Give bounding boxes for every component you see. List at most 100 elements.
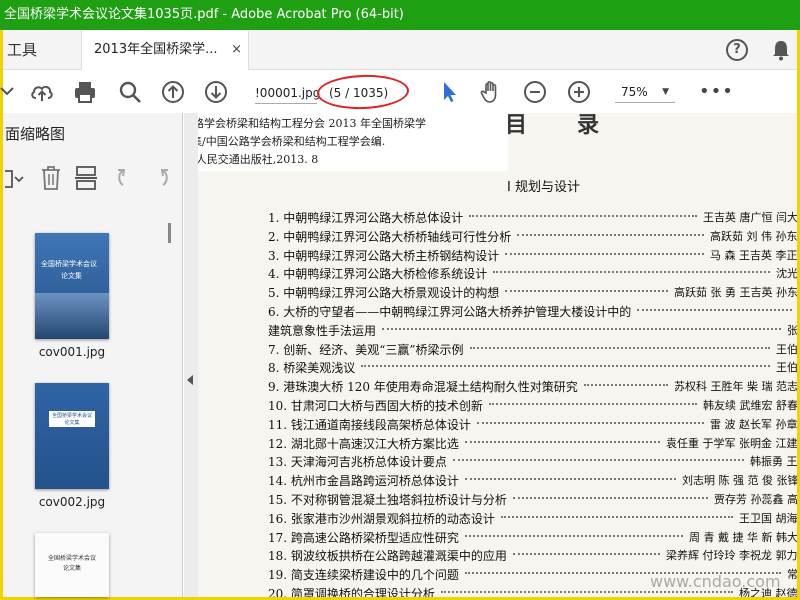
insert-page-icon[interactable] <box>73 165 99 191</box>
toc-entry-title: 1. 中朝鸭绿江界河公路大桥总体设计 <box>268 211 464 225</box>
toc-leader-dots <box>505 252 704 255</box>
contents-heading-left: 目 <box>505 113 528 138</box>
caret-down-icon: ▼ <box>662 87 669 97</box>
window-title: 全国桥梁学术会议论文集1035页.pdf - Adobe Acrobat Pro… <box>4 7 404 22</box>
toc-entry-authors: 常 <box>787 568 797 582</box>
window-title-bar: 全国桥梁学术会议论文集1035页.pdf - Adobe Acrobat Pro… <box>0 0 800 30</box>
toc-entry-authors: 马 森 王吉英 李正 <box>710 248 797 262</box>
rotate-counterclockwise-icon[interactable] <box>115 167 139 189</box>
collapse-arrow-icon <box>187 375 193 385</box>
tab-document[interactable]: 2013年全国桥梁学... × <box>81 30 249 70</box>
cover-subtitle: 论文集 <box>64 420 80 426</box>
scrollbar-thumb[interactable] <box>168 223 171 243</box>
toc-entry-title: 17. 跨高速公路桥梁桥型适应性研究 <box>268 530 459 545</box>
more-options-icon[interactable]: ••• <box>699 83 734 101</box>
toc-entry-authors: 王吉英 唐广恒 闫大 <box>703 211 797 224</box>
zoom-in-icon[interactable] <box>566 79 592 105</box>
trash-icon[interactable] <box>39 165 63 191</box>
help-icon[interactable]: ? <box>726 39 748 61</box>
toc-entry-title: 20. 简罩调换桥的合理设计分析 <box>268 587 435 597</box>
zoom-out-icon[interactable] <box>522 79 548 105</box>
tab-bar: 工具 2013年全国桥梁学... × ? <box>3 30 797 70</box>
toc-entry-title: 9. 港珠澳大桥 120 年使用寿命混凝土结构耐久性对策研究 <box>268 380 578 395</box>
toc-entry-title: 建筑意象性手法运用 <box>268 323 377 338</box>
toc-entry-authors: 韩友续 武维宏 舒春 <box>703 399 797 412</box>
cover-title: 全国桥梁学术会议 <box>47 555 96 562</box>
previous-page-icon[interactable] <box>160 79 186 105</box>
toc-entry-title: 3. 中朝鸭绿江界河公路大桥主桥钢结构设计 <box>268 248 500 263</box>
select-cursor-icon[interactable] <box>436 79 462 105</box>
toc-leader-dots <box>493 271 770 274</box>
toc-entry[interactable]: 16. 张家港市沙州湖景观斜拉桥的动态设计 王卫国 胡海 <box>268 510 797 526</box>
sidebar-toolbar <box>3 163 183 197</box>
toc-entry-authors: 苏权科 王胜年 柴 瑞 范志 <box>674 380 797 394</box>
toc-leader-dots <box>517 233 704 236</box>
toc-leader-dots <box>501 515 733 518</box>
toc-entry[interactable]: 18. 钢波纹板拱桥在公路跨越灌溉渠中的应用 梁养辉 付玲玲 李祝龙 郭力 <box>268 547 797 563</box>
toc-entry-authors: 张 <box>787 323 797 337</box>
close-icon[interactable]: × <box>231 30 242 70</box>
toc-entry-title: 11. 钱江通道南接线段高架桥总体设计 <box>268 417 471 432</box>
cover-subtitle: 论文集 <box>61 272 82 280</box>
main-toolbar: !00001.jpg (5 / 1035) 75% ▼ ••• <box>0 71 797 113</box>
toc-entry-authors: 王伯 <box>776 342 797 356</box>
toc-entry-authors: 王卫国 胡海 <box>739 511 797 525</box>
cover-title: 全国桥梁学术会议 <box>41 260 97 268</box>
toc-entry[interactable]: 11. 钱江通道南接线段高架桥总体设计 雷 波 赵长军 孙章 <box>268 416 797 432</box>
document-view[interactable]: 中国公路学会桥梁和结构工程分会 2013 年全国桥梁学 术会议论文集/中国公路学… <box>198 113 797 597</box>
toc-entry[interactable]: 6. 大桥的守望者——中朝鸭绿江界河公路大桥养护管理大楼设计中的 <box>268 303 797 319</box>
toc-entry[interactable]: 13. 天津海河吉兆桥总体设计要点 韩振勇 王 <box>268 453 797 469</box>
toc-entry[interactable]: 4. 中朝鸭绿江界河公路大桥检修系统设计 沈光 <box>268 265 797 281</box>
thumbnail-page-2[interactable]: 全国桥梁学术会议 论文集 <box>35 383 109 489</box>
toc-entry[interactable]: 8. 桥梁美观浅议 王伯 <box>268 359 797 375</box>
search-icon[interactable] <box>117 79 143 105</box>
upload-cloud-icon[interactable] <box>29 79 55 105</box>
toc-entry[interactable]: 9. 港珠澳大桥 120 年使用寿命混凝土结构耐久性对策研究 苏权科 王胜年 柴 … <box>268 378 797 394</box>
toc-entry-authors: 高跃茹 刘 伟 孙东 <box>710 229 797 243</box>
toc-entry[interactable]: 12. 湖北郧十高速汉江大桥方案比选 袁任重 于学军 张明金 江建 <box>268 435 797 451</box>
bell-icon[interactable] <box>771 39 791 61</box>
toc-entry-title: 18. 钢波纹板拱桥在公路跨越灌溉渠中的应用 <box>268 549 507 564</box>
toc-leader-dots <box>382 327 781 330</box>
toc-entry[interactable]: 3. 中朝鸭绿江界河公路大桥主桥钢结构设计 马 森 王吉英 李正 <box>268 247 797 263</box>
toc-entry-authors: 高跃茹 张 勇 王吉英 孙东 <box>674 286 797 300</box>
toc-entry[interactable]: 2. 中朝鸭绿江界河公路大桥桥轴线可行性分析 高跃茹 刘 伟 孙东 <box>268 228 797 244</box>
rotate-clockwise-icon[interactable] <box>147 167 171 189</box>
tab-tools[interactable]: 工具 <box>3 30 73 70</box>
toc-entry-title: 4. 中朝鸭绿江界河公路大桥检修系统设计 <box>268 267 488 282</box>
toc-entry[interactable]: 5. 中朝鸭绿江界河公路大桥景观设计的构想 高跃茹 张 勇 王吉英 孙东 <box>268 284 797 300</box>
toc-entry[interactable]: 17. 跨高速公路桥梁桥型适应性研究 周 青 戴 捷 华 新 韩大 <box>268 529 797 545</box>
toc-entry[interactable]: 1. 中朝鸭绿江界河公路大桥总体设计 王吉英 唐广恒 闫大 <box>268 209 797 225</box>
page-options-icon[interactable] <box>3 167 25 191</box>
toc-entry[interactable]: 10. 甘肃河口大桥与西固大桥的技术创新 韩友续 武维宏 舒春 <box>268 397 797 413</box>
hand-tool-icon[interactable] <box>478 79 504 105</box>
thumbnail-page-3[interactable]: 全国桥梁学术会议 论文集 <box>35 533 109 597</box>
toc-entry-authors: 王伯 <box>776 361 797 375</box>
toc-entry-title: 15. 不对称钢管混凝土独塔斜拉桥设计与分析 <box>268 493 507 507</box>
cover-bridge-photo <box>35 293 109 339</box>
toc-entry[interactable]: 15. 不对称钢管混凝土独塔斜拉桥设计与分析 贾存芳 孙蕊鑫 高 <box>268 491 797 507</box>
sidebar-collapse-handle[interactable] <box>184 113 198 597</box>
next-page-icon[interactable] <box>203 79 229 105</box>
page-number-input[interactable]: !00001.jpg <box>255 82 320 104</box>
toc-leader-dots <box>465 440 660 443</box>
toc-entry-title: 7. 创新、经济、美观“三赢”桥梁示例 <box>268 342 464 357</box>
print-icon[interactable] <box>72 79 98 105</box>
toc-entry-authors: 周 青 戴 捷 华 新 韩大 <box>689 530 797 544</box>
toc-entry-authors: 韩振勇 王 <box>750 455 797 469</box>
toc-leader-dots <box>489 403 697 405</box>
toc-entry[interactable]: 7. 创新、经济、美观“三赢”桥梁示例 王伯 <box>268 341 797 357</box>
toc-leader-dots <box>470 346 770 349</box>
toc-entry-title: 16. 张家港市沙州湖景观斜拉桥的动态设计 <box>268 511 495 526</box>
zoom-level-select[interactable]: 75% ▼ <box>615 81 675 103</box>
toc-entry[interactable]: 建筑意象性手法运用 张 <box>268 322 797 338</box>
toc-leader-dots <box>513 497 708 499</box>
thumbnail-page-1[interactable]: 全国桥梁学术会议 论文集 <box>35 233 109 339</box>
toc-entry-title: 13. 天津海河吉兆桥总体设计要点 <box>268 455 447 470</box>
chevron-icon[interactable] <box>0 79 23 105</box>
citation-line: 中国公路学会桥梁和结构工程分会 2013 年全国桥梁学 <box>198 117 426 130</box>
toc-entry[interactable]: 14. 杭州市金昌路跨运河桥总体设计 刘志明 陈 强 范 俊 张锋 <box>268 472 797 488</box>
toc-entry-authors: 梁养辉 付玲玲 李祝龙 郭力 <box>666 549 797 563</box>
watermark-text: www.cndao.com <box>650 572 781 591</box>
thumbnail-label: cov001.jpg <box>38 345 106 359</box>
